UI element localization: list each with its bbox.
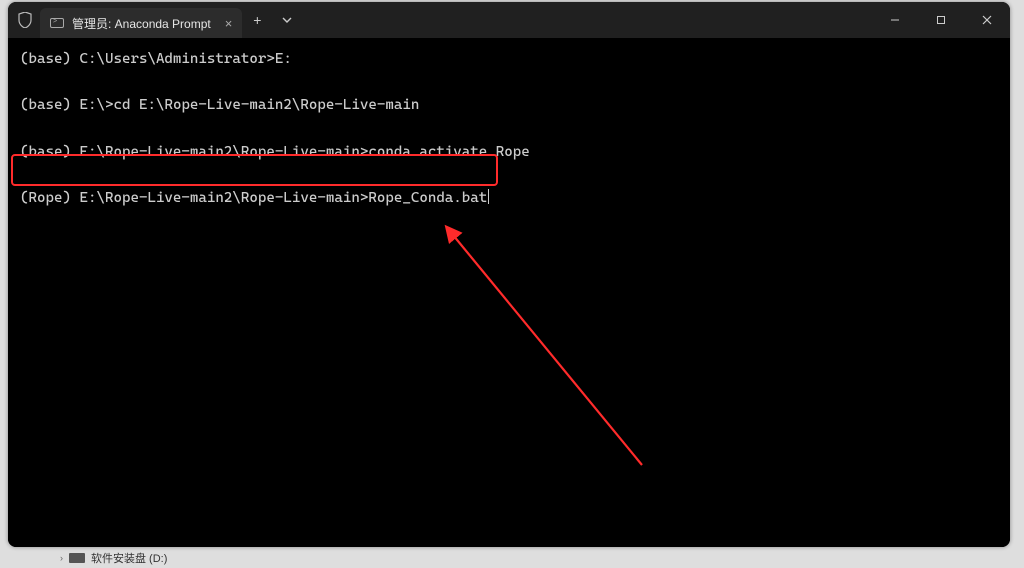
terminal-line: (base) E:\Rope-Live-main2\Rope-Live-main… <box>20 141 998 164</box>
tab-close-button[interactable]: × <box>225 17 233 30</box>
command: E: <box>275 51 292 67</box>
terminal-line: (base) C:\Users\Administrator>E: <box>20 48 998 71</box>
shield-icon <box>18 12 32 28</box>
command: Rope_Conda.bat <box>368 190 487 206</box>
terminal-line-blank <box>20 164 998 187</box>
prompt: (base) E:\Rope-Live-main2\Rope-Live-main… <box>20 144 368 160</box>
minimize-button[interactable] <box>872 2 918 38</box>
prompt: (base) C:\Users\Administrator> <box>20 51 275 67</box>
taskbar-label: 软件安装盘 (D:) <box>91 550 167 566</box>
terminal-line: (Rope) E:\Rope-Live-main2\Rope-Live-main… <box>20 187 998 210</box>
new-tab-button[interactable]: + <box>242 2 272 38</box>
chevron-down-icon <box>282 17 292 23</box>
tab-title: 管理员: Anaconda Prompt <box>72 15 211 32</box>
terminal-line: (base) E:\>cd E:\Rope-Live-main2\Rope-Li… <box>20 94 998 117</box>
prompt: (base) E:\> <box>20 97 113 113</box>
terminal-icon <box>50 18 64 28</box>
window-controls <box>872 2 1010 38</box>
prompt: (Rope) E:\Rope-Live-main2\Rope-Live-main… <box>20 190 368 206</box>
command: cd E:\Rope-Live-main2\Rope-Live-main <box>113 97 419 113</box>
minimize-icon <box>890 15 900 25</box>
terminal-body[interactable]: (base) C:\Users\Administrator>E: (base) … <box>8 38 1010 547</box>
taskbar-explorer-item[interactable]: › 软件安装盘 (D:) <box>60 548 167 568</box>
tab-active[interactable]: 管理员: Anaconda Prompt × <box>40 8 242 38</box>
close-button[interactable] <box>964 2 1010 38</box>
close-icon <box>982 15 992 25</box>
terminal-line-blank <box>20 118 998 141</box>
text-cursor <box>488 189 489 204</box>
titlebar: 管理员: Anaconda Prompt × + <box>8 2 1010 38</box>
maximize-icon <box>936 15 946 25</box>
command: conda activate Rope <box>368 144 529 160</box>
titlebar-left <box>8 2 32 38</box>
terminal-line-blank <box>20 71 998 94</box>
maximize-button[interactable] <box>918 2 964 38</box>
terminal-window: 管理员: Anaconda Prompt × + <box>8 2 1010 547</box>
tab-dropdown-button[interactable] <box>272 2 302 38</box>
chevron-right-icon: › <box>60 553 63 563</box>
drive-icon <box>69 553 85 563</box>
